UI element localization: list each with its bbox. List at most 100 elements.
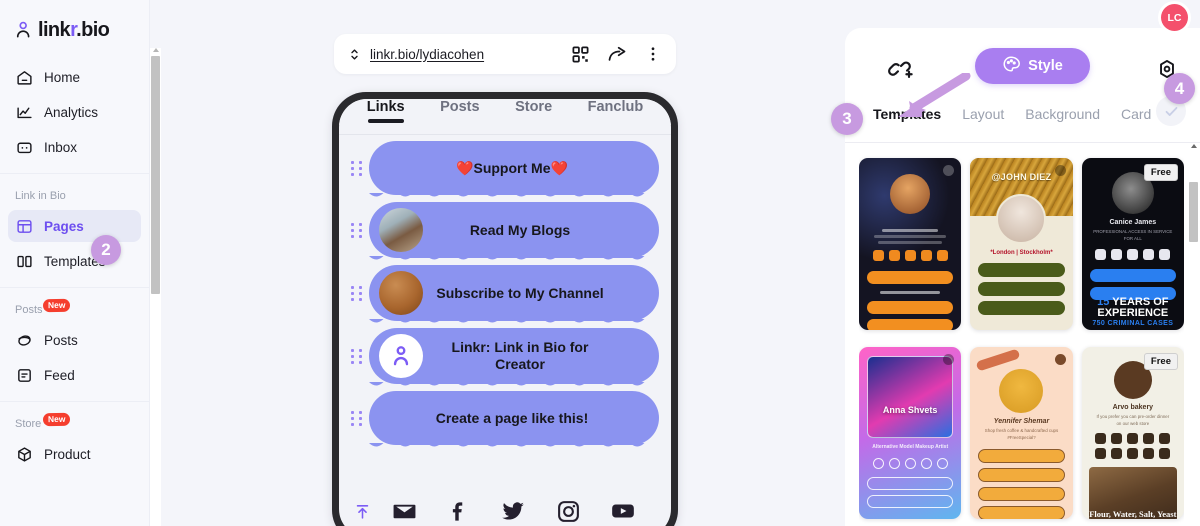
phone-screen: Links Posts Store Fanclub ❤️Support Me❤️ xyxy=(339,99,671,526)
scroll-up-arrow-icon[interactable] xyxy=(1191,144,1197,148)
sidebar-item-templates[interactable]: Templates xyxy=(8,245,141,277)
sidebar-group-store: Store New xyxy=(0,401,149,435)
app-root: linkr.bio Home Analytics Inbox Link in B… xyxy=(0,0,1200,526)
drag-handle-icon[interactable] xyxy=(351,348,363,364)
drag-handle-icon[interactable] xyxy=(351,222,363,238)
twitter-icon[interactable] xyxy=(500,498,526,524)
preview-link-button[interactable]: Subscribe to My Channel xyxy=(369,265,659,323)
more-vertical-icon[interactable] xyxy=(644,45,662,63)
template-grid: @JOHN DIEZ *London | Stockholm* Free Can… xyxy=(859,152,1184,526)
template-art xyxy=(859,158,961,330)
preview-tab-fanclub[interactable]: Fanclub xyxy=(588,99,644,115)
social-icons xyxy=(371,498,657,524)
palette-icon xyxy=(1002,55,1021,78)
template-art: @JOHN DIEZ *London | Stockholm* xyxy=(970,158,1073,330)
page-url-link[interactable]: linkr.bio/lydiacohen xyxy=(370,47,484,62)
collapse-up-icon[interactable] xyxy=(353,503,371,520)
template-card[interactable]: @JOHN DIEZ *London | Stockholm* xyxy=(970,158,1073,330)
free-badge: Free xyxy=(1143,164,1178,181)
editor-scrollbar[interactable] xyxy=(1189,144,1198,526)
avatar[interactable]: LC xyxy=(1161,4,1188,31)
instagram-icon[interactable] xyxy=(556,499,581,524)
templates-icon xyxy=(16,253,33,270)
sidebar-item-posts[interactable]: Posts xyxy=(8,324,141,356)
preview-tab-posts[interactable]: Posts xyxy=(440,99,480,115)
template-card[interactable]: Free Arvo bakery If you prefer you can p… xyxy=(1081,347,1184,519)
preview-tabs: Links Posts Store Fanclub xyxy=(339,99,671,125)
new-badge: New xyxy=(42,298,71,312)
analytics-icon xyxy=(16,104,33,121)
posts-icon xyxy=(16,332,33,349)
youtube-icon[interactable] xyxy=(610,498,636,524)
preview-link-label: Subscribe to My Channel xyxy=(436,284,604,301)
preview-link-label: ❤️Support Me❤️ xyxy=(456,159,568,176)
sidebar: linkr.bio Home Analytics Inbox Link in B… xyxy=(0,0,161,526)
template-art: Arvo bakery If you prefer you can pre-or… xyxy=(1082,347,1184,519)
template-card[interactable]: Anna Shvets Alternative Model Makeup Art… xyxy=(859,347,962,519)
preview-link-label: Create a page like this! xyxy=(435,409,589,426)
step-badge-3: 3 xyxy=(831,103,863,135)
link-thumbnail xyxy=(379,208,423,252)
free-badge: Free xyxy=(1143,353,1178,370)
template-badge-dot xyxy=(1054,165,1066,176)
drag-handle-icon[interactable] xyxy=(351,285,363,301)
sidebar-item-analytics[interactable]: Analytics xyxy=(8,96,141,128)
sidebar-group-label: Posts xyxy=(15,304,43,316)
drag-handle-icon[interactable] xyxy=(351,160,363,176)
sidebar-item-inbox[interactable]: Inbox xyxy=(8,131,141,163)
share-icon[interactable] xyxy=(607,44,627,64)
template-card[interactable]: Free Canice James PROFESSIONAL ACCESS IN… xyxy=(1081,158,1184,330)
preview-link-label: Linkr: Link in Bio for Creator xyxy=(451,339,589,372)
template-art: Yennifer Shemar Shop fresh coffee & hand… xyxy=(970,347,1072,519)
tab-card[interactable]: Card xyxy=(1121,106,1151,122)
facebook-icon[interactable] xyxy=(446,499,471,524)
link-row: ❤️Support Me❤️ xyxy=(351,141,659,197)
preview-link-label: Read My Blogs xyxy=(469,221,571,238)
link-row: Read My Blogs xyxy=(351,202,659,260)
template-card[interactable]: Yennifer Shemar Shop fresh coffee & hand… xyxy=(970,347,1073,519)
scroll-up-arrow-icon[interactable] xyxy=(153,48,159,52)
preview-links-list: ❤️Support Me❤️ Read My Blogs Subscribe t… xyxy=(339,135,671,447)
email-icon[interactable] xyxy=(392,499,417,524)
style-button[interactable]: Style xyxy=(975,48,1090,84)
link-row: Subscribe to My Channel xyxy=(351,265,659,323)
editor-scrollbar-thumb[interactable] xyxy=(1189,182,1198,242)
brand-logo[interactable]: linkr.bio xyxy=(0,0,149,46)
sidebar-item-feed[interactable]: Feed xyxy=(8,359,141,391)
sidebar-item-label: Posts xyxy=(44,332,78,348)
wave-edge xyxy=(369,443,659,450)
preview-link-button[interactable]: Create a page like this! xyxy=(369,391,659,447)
preview-tab-links[interactable]: Links xyxy=(367,99,405,115)
sidebar-item-product[interactable]: Product xyxy=(8,438,141,470)
sidebar-group-label: Store xyxy=(15,418,42,430)
template-card[interactable] xyxy=(859,158,962,330)
preview-link-button[interactable]: Linkr: Link in Bio for Creator xyxy=(369,328,659,386)
linkr-logo-icon xyxy=(14,20,34,40)
sidebar-group-label: Link in Bio xyxy=(15,190,66,202)
wave-edge xyxy=(369,319,659,326)
sidebar-item-pages[interactable]: Pages xyxy=(8,210,141,242)
preview-link-button[interactable]: ❤️Support Me❤️ xyxy=(369,141,659,197)
wave-edge xyxy=(369,256,659,263)
new-badge: New xyxy=(42,412,71,426)
editor-tabs-divider xyxy=(845,142,1200,143)
sidebar-scrollbar[interactable] xyxy=(150,48,161,526)
template-badge-dot xyxy=(1054,354,1066,365)
sort-updown-icon[interactable] xyxy=(346,47,362,62)
url-actions xyxy=(571,44,662,64)
style-button-label: Style xyxy=(1028,58,1063,74)
sidebar-scrollbar-thumb[interactable] xyxy=(151,56,160,294)
preview-tab-store[interactable]: Store xyxy=(515,99,552,115)
feed-icon xyxy=(16,367,33,384)
inbox-icon xyxy=(16,139,33,156)
template-title: Flour, Water, Salt, Yeast xyxy=(1089,508,1177,519)
brand-text: linkr.bio xyxy=(38,19,110,42)
qr-code-icon[interactable] xyxy=(571,45,590,64)
tab-background[interactable]: Background xyxy=(1025,106,1100,122)
drag-handle-icon[interactable] xyxy=(351,410,363,426)
template-art: Canice James PROFESSIONAL ACCESS IN SERV… xyxy=(1082,158,1184,330)
sidebar-group-posts: Posts New xyxy=(0,287,149,321)
sidebar-item-home[interactable]: Home xyxy=(8,61,141,93)
link-thumbnail xyxy=(379,271,423,315)
preview-link-button[interactable]: Read My Blogs xyxy=(369,202,659,260)
